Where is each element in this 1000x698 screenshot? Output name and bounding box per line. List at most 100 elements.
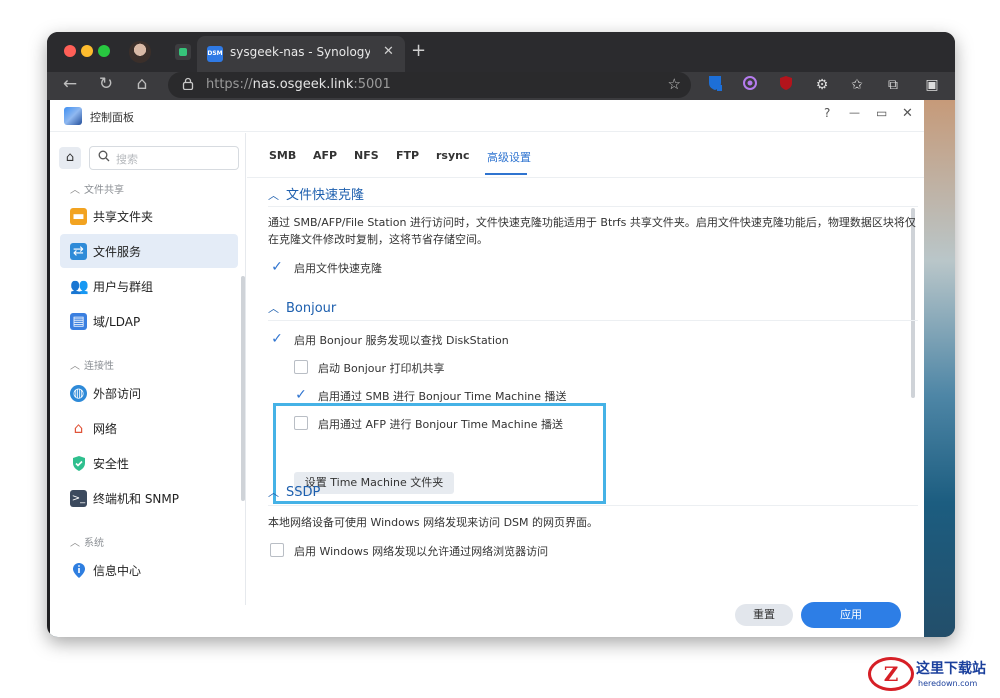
close-icon[interactable]: ✕ [902, 106, 913, 121]
minimize-window-button[interactable] [81, 45, 93, 57]
home-button[interactable]: ⌂ [59, 147, 81, 169]
workspaces-icon[interactable] [175, 44, 191, 60]
sidebar-item-security[interactable]: 安全性 [60, 446, 238, 480]
smb-time-machine-checkbox[interactable]: ✓ [294, 388, 308, 402]
browser-toolbar: ← ↻ ⌂ https://nas.osgeek.link:5001 ☆ ⚙ ✩… [47, 72, 955, 100]
sidebar-section-connectivity[interactable]: ︿ 连接性 [70, 357, 114, 372]
dsm-favicon-icon: DSM [207, 46, 223, 62]
afp-time-machine-checkbox[interactable] [294, 416, 308, 430]
bonjour-discovery-checkbox[interactable]: ✓ [270, 332, 284, 346]
sidebar-item-label: 文件服务 [93, 245, 142, 259]
group-title-bonjour[interactable]: ︿ Bonjour [268, 300, 336, 316]
sidebar-section-system[interactable]: ︿ 系统 [70, 534, 104, 549]
favorite-star-icon[interactable]: ☆ [668, 75, 681, 93]
sidebar-item-users-groups[interactable]: 👥 用户与群组 [60, 269, 238, 303]
quick-clone-checkbox[interactable]: ✓ [270, 260, 284, 274]
tab-afp[interactable]: AFP [313, 149, 337, 162]
maximize-icon[interactable]: ▭ [876, 106, 887, 120]
terminal-icon: >_ [70, 490, 87, 507]
sidebar-toggle-icon[interactable]: ▣ [922, 75, 942, 95]
tab-rsync[interactable]: rsync [436, 149, 470, 162]
search-input[interactable]: 搜索 [89, 146, 239, 170]
url-host: nas.osgeek.link [252, 77, 354, 92]
sidebar-item-label: 网络 [93, 422, 118, 436]
sidebar-scrollbar[interactable] [241, 276, 245, 501]
sidebar-item-label: 共享文件夹 [93, 210, 154, 224]
globe-icon: ◍ [70, 385, 87, 402]
afp-time-machine-label: 启用通过 AFP 进行 Bonjour Time Machine 播送 [318, 418, 563, 431]
tab-advanced-settings[interactable]: 高级设置 [487, 149, 531, 165]
extensions-puzzle-icon[interactable]: ⚙ [812, 75, 832, 95]
group-title-quick-clone[interactable]: ︿ 文件快速克隆 [268, 184, 364, 203]
dsm-title-bar: 控制面板 ? — ▭ ✕ [50, 100, 924, 132]
ssdp-checkbox[interactable] [270, 543, 284, 557]
favorites-icon[interactable]: ✩ [847, 75, 867, 95]
chevron-up-icon: ︿ [268, 302, 279, 315]
sidebar-item-terminal-snmp[interactable]: >_ 终端机和 SNMP [60, 481, 238, 515]
control-panel-icon [64, 107, 82, 125]
sidebar-section-file-sharing[interactable]: ︿ 文件共享 [70, 181, 124, 196]
smb-time-machine-label: 启用通过 SMB 进行 Bonjour Time Machine 播送 [318, 390, 567, 403]
apply-button[interactable]: 应用 [801, 602, 901, 628]
new-tab-icon[interactable]: + [411, 40, 426, 61]
sidebar: ⌂ 搜索 ︿ 文件共享 ▬ 共享文件夹 ⇄ 文件服务 👥 用户与群组 ▤ 域/L… [50, 133, 246, 605]
sidebar-item-domain-ldap[interactable]: ▤ 域/LDAP [60, 304, 238, 338]
bonjour-printer-label: 启动 Bonjour 打印机共享 [318, 362, 445, 375]
bonjour-discovery-label: 启用 Bonjour 服务发现以查找 DiskStation [294, 334, 509, 347]
bonjour-printer-checkbox[interactable] [294, 360, 308, 374]
screenshot: DSM sysgeek-nas - Synology DiskSt ✕ + ← … [0, 0, 1000, 698]
dsm-control-panel-window: 控制面板 ? — ▭ ✕ ⌂ 搜索 ︿ 文件共享 ▬ 共享文件夹 ⇄ 文件服务 … [50, 100, 924, 637]
group-title-text: Bonjour [286, 301, 337, 316]
desktop-background [924, 100, 955, 637]
watermark: Z 这里下载站 heredown.com [868, 655, 988, 695]
group-title-text: SSDP [286, 485, 321, 500]
address-bar[interactable]: https://nas.osgeek.link:5001 ☆ [168, 72, 691, 98]
sidebar-item-shared-folder[interactable]: ▬ 共享文件夹 [60, 199, 238, 233]
minimize-icon[interactable]: — [849, 106, 860, 119]
footer-bar: 重置 应用 [247, 597, 924, 637]
zoom-window-button[interactable] [98, 45, 110, 57]
extension-swirl-icon[interactable] [740, 75, 760, 95]
section-title: 系统 [84, 538, 104, 549]
ublock-extension-icon[interactable] [776, 75, 796, 95]
quick-clone-label: 启用文件快速克隆 [294, 262, 382, 275]
browser-tab-active[interactable]: DSM sysgeek-nas - Synology DiskSt ✕ [197, 36, 405, 72]
reload-icon[interactable]: ↻ [95, 74, 117, 94]
tab-ftp[interactable]: FTP [396, 149, 419, 162]
sidebar-item-info-center[interactable]: 信息中心 [60, 553, 238, 587]
chevron-up-icon: ︿ [268, 189, 279, 202]
group-divider [268, 505, 918, 506]
sidebar-item-network[interactable]: ⌂ 网络 [60, 411, 238, 445]
home-icon[interactable]: ⌂ [131, 74, 153, 94]
address-url[interactable]: https://nas.osgeek.link:5001 [206, 77, 391, 92]
chevron-up-icon: ︿ [70, 185, 80, 196]
bitwarden-extension-icon[interactable] [705, 75, 725, 95]
profile-avatar[interactable] [129, 41, 151, 63]
browser-tab-bar: DSM sysgeek-nas - Synology DiskSt ✕ + [47, 32, 955, 72]
reset-button[interactable]: 重置 [735, 604, 793, 626]
tab-smb[interactable]: SMB [269, 149, 296, 162]
chevron-up-icon: ︿ [70, 361, 80, 372]
back-icon[interactable]: ← [59, 74, 81, 94]
help-icon[interactable]: ? [824, 106, 830, 120]
sidebar-item-label: 安全性 [93, 457, 130, 471]
tab-nfs[interactable]: NFS [354, 149, 379, 162]
sidebar-item-label: 域/LDAP [93, 315, 141, 329]
group-divider [268, 320, 918, 321]
lock-icon[interactable] [182, 77, 196, 91]
section-title: 文件共享 [84, 185, 124, 196]
sidebar-item-label: 外部访问 [93, 387, 142, 401]
browser-tab-title: sysgeek-nas - Synology DiskSt [230, 45, 370, 59]
users-icon: 👥 [70, 277, 89, 295]
watermark-logo: Z [868, 657, 914, 691]
close-window-button[interactable] [64, 45, 76, 57]
active-tab-indicator [485, 173, 527, 175]
sidebar-item-file-services[interactable]: ⇄ 文件服务 [60, 234, 238, 268]
tab-divider [247, 177, 924, 178]
browser-window: DSM sysgeek-nas - Synology DiskSt ✕ + ← … [47, 32, 955, 637]
close-tab-icon[interactable]: ✕ [383, 44, 394, 59]
group-divider [268, 206, 918, 207]
sidebar-item-external-access[interactable]: ◍ 外部访问 [60, 376, 238, 410]
group-title-ssdp[interactable]: ︿ SSDP [268, 484, 320, 500]
collections-icon[interactable]: ⧉ [883, 75, 903, 95]
